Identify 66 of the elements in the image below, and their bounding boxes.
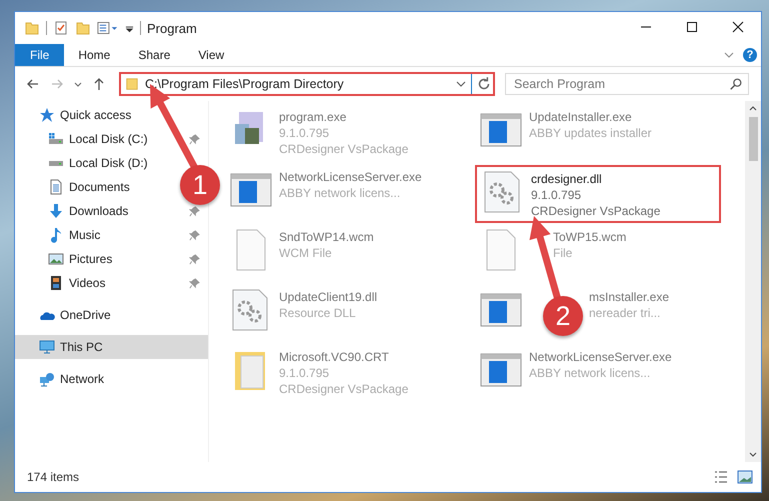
details-view-icon[interactable]: [713, 469, 729, 485]
sidebar-item[interactable]: This PC: [15, 335, 208, 359]
ribbon-tab[interactable]: View: [184, 44, 238, 66]
sidebar-item[interactable]: Local Disk (C:): [15, 127, 208, 151]
file-detail: 9.1.0.795: [279, 125, 330, 141]
sidebar-item[interactable]: Quick access: [15, 103, 208, 127]
file-detail: ABBY network licens...: [279, 185, 402, 201]
file-detail: Resource DLL: [279, 305, 357, 321]
file-name[interactable]: crdesigner.dll: [531, 171, 660, 187]
properties-icon[interactable]: [97, 20, 119, 36]
item-count: 174 items: [27, 470, 80, 484]
pin-icon[interactable]: [189, 206, 200, 216]
file-name[interactable]: Microsoft.VC90.CRT: [279, 349, 408, 365]
file-name[interactable]: program.exe: [279, 109, 408, 125]
help-button[interactable]: ?: [743, 48, 757, 62]
scrollbar-thumb[interactable]: [748, 117, 758, 161]
pin-icon[interactable]: [189, 230, 200, 240]
address-path: C:\Program Files\Program Directory: [145, 77, 345, 91]
sidebar-item[interactable]: Pictures: [15, 247, 208, 271]
monitor-icon: [39, 339, 55, 355]
music-note-icon: [48, 227, 64, 243]
ribbon-tab[interactable]: Share: [124, 44, 184, 66]
file-detail: CRDesigner VsPackage: [279, 381, 408, 397]
scrollbar[interactable]: [745, 101, 761, 462]
file-detail: CRDesigner VsPackage: [279, 141, 408, 157]
file-detail: ABBY network licens...: [529, 365, 652, 381]
file-name[interactable]: NetworkLicenseServer.exe: [529, 349, 672, 365]
file-name[interactable]: UpdateClient19.dll: [279, 289, 378, 305]
film-icon: [48, 275, 64, 291]
file-detail: nereader tri...: [589, 305, 662, 321]
network-icon: [39, 371, 55, 387]
pin-icon[interactable]: [189, 278, 200, 288]
file-name[interactable]: UpdateInstaller.exe: [529, 109, 652, 125]
download-arrow-icon: [48, 203, 64, 219]
address-bar[interactable]: C:\Program Files\Program Directory: [119, 72, 495, 96]
file-name[interactable]: SndToWP14.wcm: [279, 229, 374, 245]
sidebar-item[interactable]: Network: [15, 367, 208, 391]
search-icon: [729, 77, 743, 91]
star-icon: [39, 107, 55, 123]
ribbon-tab[interactable]: File: [15, 44, 64, 66]
file-detail: WCM File: [279, 245, 333, 261]
file-detail: 9.1.0.795: [531, 187, 582, 203]
picture-icon: [48, 251, 64, 267]
file-detail: 9.1.0.795: [279, 365, 330, 381]
file-name[interactable]: ToWP15.wcm: [553, 229, 626, 245]
file-detail: ABBY updates installer: [529, 125, 652, 141]
checklist-icon[interactable]: [53, 20, 69, 36]
sidebar-item[interactable]: Documents: [15, 175, 132, 199]
window-title: Program: [147, 20, 197, 36]
drive-icon: [48, 159, 64, 167]
drive-icon: [48, 131, 64, 147]
file-detail: File: [553, 245, 574, 261]
document-icon: [48, 179, 64, 195]
pin-icon[interactable]: [189, 134, 200, 144]
file-name[interactable]: msInstaller.exe: [589, 289, 670, 305]
search-field[interactable]: Search Program: [505, 73, 749, 95]
tiles-view-icon[interactable]: [737, 469, 753, 485]
ribbon-tab[interactable]: Home: [64, 44, 124, 66]
sidebar-item[interactable]: Local Disk (D:): [15, 151, 150, 175]
sidebar-item[interactable]: OneDrive: [15, 303, 208, 327]
file-detail: CRDesigner VsPackage: [531, 203, 660, 219]
pin-icon[interactable]: [189, 254, 200, 264]
file-name[interactable]: NetworkLicenseServer.exe: [279, 169, 422, 185]
folder-icon: [125, 76, 139, 92]
sidebar-item[interactable]: Videos: [15, 271, 208, 295]
sidebar-item[interactable]: Music: [15, 223, 208, 247]
